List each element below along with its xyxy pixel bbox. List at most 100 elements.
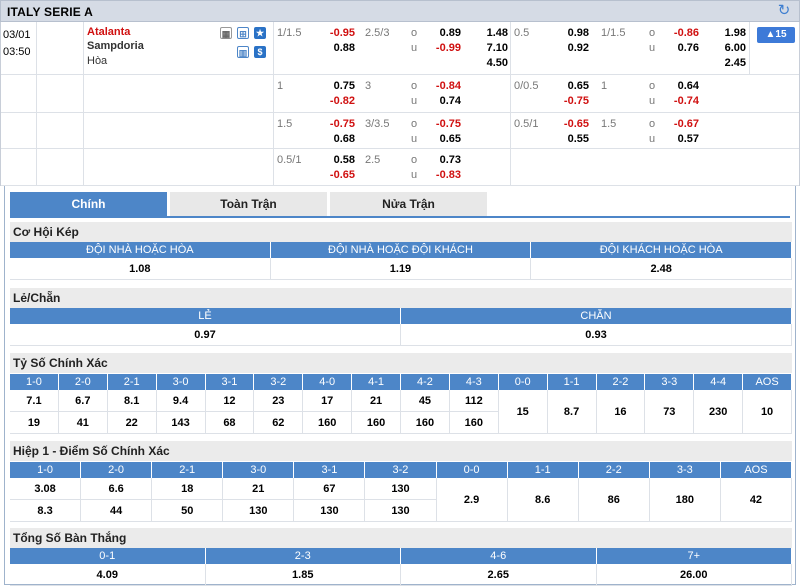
draw-score-odds[interactable]: 230 — [694, 390, 744, 434]
draw-score-odds[interactable]: 8.7 — [547, 390, 597, 434]
h1-over-odds[interactable]: -0.86 — [663, 27, 699, 39]
grid-value[interactable]: 26.00 — [596, 564, 792, 586]
grid-value[interactable]: 2.65 — [401, 564, 597, 586]
draw-score-odds[interactable]: 73 — [645, 390, 695, 434]
h1-1x2-home[interactable]: 1.98 — [709, 27, 746, 39]
h1-over-odds[interactable]: -0.67 — [663, 118, 699, 130]
home-score-odds[interactable]: 23 — [254, 390, 304, 412]
odds-1x2-away[interactable]: 7.10 — [471, 42, 508, 54]
stats-icon[interactable]: ▥ — [237, 46, 249, 58]
away-score-odds[interactable]: 160 — [449, 412, 499, 434]
away-team[interactable]: Sampdoria — [87, 40, 144, 52]
home-score-odds[interactable]: 112 — [449, 390, 499, 412]
odds-1x2-home[interactable]: 1.48 — [471, 27, 508, 39]
home-score-odds[interactable]: 3.08 — [10, 478, 82, 500]
home-score-odds[interactable]: 12 — [205, 390, 255, 412]
h1-hdp-away-odds[interactable]: 0.55 — [553, 133, 589, 145]
grid-value[interactable]: 4.09 — [10, 564, 206, 586]
star-icon[interactable]: ★ — [254, 27, 266, 39]
lineup-icon[interactable]: ⊞ — [237, 27, 249, 39]
h1-under-odds[interactable]: 0.76 — [663, 42, 699, 54]
draw-score-odds[interactable]: 86 — [578, 478, 650, 522]
away-score-odds[interactable]: 62 — [254, 412, 304, 434]
ou-over-odds[interactable]: -0.75 — [425, 118, 461, 130]
ou-under-odds[interactable]: 0.74 — [425, 95, 461, 107]
home-score-odds[interactable]: 6.7 — [58, 390, 108, 412]
grid-value[interactable]: 1.08 — [10, 258, 271, 280]
draw-score-odds[interactable]: 16 — [596, 390, 646, 434]
away-score-odds[interactable]: 130 — [365, 500, 437, 522]
hdp-away-odds[interactable]: -0.82 — [319, 95, 355, 107]
h1-1x2-away[interactable]: 6.00 — [709, 42, 746, 54]
grid-value[interactable]: 1.19 — [270, 258, 532, 280]
hdp-away-odds[interactable]: -0.65 — [319, 169, 355, 181]
ou-under-odds[interactable]: 0.65 — [425, 133, 461, 145]
grid-value[interactable]: 2.48 — [531, 258, 792, 280]
grid-value[interactable]: 1.85 — [205, 564, 401, 586]
hdp-away-odds[interactable]: 0.88 — [319, 42, 355, 54]
hdp-home-odds[interactable]: 0.75 — [319, 80, 355, 92]
h1-under-odds[interactable]: 0.57 — [663, 133, 699, 145]
draw-score-odds[interactable]: 42 — [720, 478, 792, 522]
away-score-odds[interactable]: 8.3 — [10, 500, 82, 522]
ou-over-odds[interactable]: -0.84 — [425, 80, 461, 92]
draw-score-odds[interactable]: 10 — [743, 390, 792, 434]
away-score-odds[interactable]: 22 — [107, 412, 157, 434]
home-team[interactable]: Atalanta — [87, 26, 130, 38]
h1-hdp-home-odds[interactable]: 0.65 — [553, 80, 589, 92]
grid-value[interactable]: 0.97 — [10, 324, 401, 346]
away-score-odds[interactable]: 50 — [152, 500, 224, 522]
home-score-odds[interactable]: 45 — [401, 390, 450, 412]
home-score-odds[interactable]: 17 — [303, 390, 353, 412]
h1-hdp-home-odds[interactable]: 0.98 — [553, 27, 589, 39]
away-score-odds[interactable]: 160 — [401, 412, 450, 434]
tab-full-match[interactable]: Toàn Trận — [170, 192, 327, 216]
away-score-odds[interactable]: 19 — [10, 412, 59, 434]
h1-hdp-away-odds[interactable]: -0.75 — [553, 95, 589, 107]
more-markets-button[interactable]: ▲15 — [757, 27, 795, 43]
away-score-odds[interactable]: 44 — [81, 500, 153, 522]
home-score-odds[interactable]: 9.4 — [156, 390, 206, 412]
away-score-odds[interactable]: 130 — [294, 500, 366, 522]
ou-under-odds[interactable]: -0.99 — [425, 42, 461, 54]
ou-under-odds[interactable]: -0.83 — [425, 169, 461, 181]
h1-1x2-draw[interactable]: 2.45 — [709, 57, 746, 69]
h1-hdp-home-odds[interactable]: -0.65 — [553, 118, 589, 130]
home-score-odds[interactable]: 21 — [223, 478, 295, 500]
tab-half-match[interactable]: Nửa Trận — [330, 192, 487, 216]
draw-score-odds[interactable]: 180 — [649, 478, 721, 522]
home-score-odds[interactable]: 7.1 — [10, 390, 59, 412]
home-score-odds[interactable]: 18 — [152, 478, 224, 500]
grid-value[interactable]: 0.93 — [401, 324, 792, 346]
draw-score-header: 4-4 — [694, 374, 744, 390]
away-score-odds[interactable]: 41 — [58, 412, 108, 434]
home-score-odds[interactable]: 21 — [352, 390, 401, 412]
h1-under-odds[interactable]: -0.74 — [663, 95, 699, 107]
odd-even-title: Lẻ/Chẵn — [10, 288, 792, 308]
odds-1x2-draw[interactable]: 4.50 — [471, 57, 508, 69]
away-score-odds[interactable]: 160 — [303, 412, 353, 434]
home-score-odds[interactable]: 67 — [294, 478, 366, 500]
refresh-icon[interactable]: ↻ — [775, 2, 793, 20]
h1-over-odds[interactable]: 0.64 — [663, 80, 699, 92]
home-score-odds[interactable]: 130 — [365, 478, 437, 500]
draw-score-odds[interactable]: 15 — [498, 390, 548, 434]
away-score-odds[interactable]: 68 — [205, 412, 255, 434]
dollar-icon[interactable]: $ — [254, 46, 266, 58]
tab-main[interactable]: Chính — [10, 192, 167, 216]
ou-over-odds[interactable]: 0.89 — [425, 27, 461, 39]
away-score-odds[interactable]: 143 — [156, 412, 206, 434]
hdp-away-odds[interactable]: 0.68 — [319, 133, 355, 145]
draw-score-odds[interactable]: 2.9 — [436, 478, 508, 522]
away-score-odds[interactable]: 130 — [223, 500, 295, 522]
home-score-odds[interactable]: 8.1 — [107, 390, 157, 412]
hdp-home-odds[interactable]: -0.95 — [319, 27, 355, 39]
draw-score-odds[interactable]: 8.6 — [507, 478, 579, 522]
ou-over-odds[interactable]: 0.73 — [425, 154, 461, 166]
hdp-home-odds[interactable]: 0.58 — [319, 154, 355, 166]
calendar-icon[interactable]: ▦ — [220, 27, 232, 39]
away-score-odds[interactable]: 160 — [352, 412, 401, 434]
home-score-odds[interactable]: 6.6 — [81, 478, 153, 500]
hdp-home-odds[interactable]: -0.75 — [319, 118, 355, 130]
h1-hdp-away-odds[interactable]: 0.92 — [553, 42, 589, 54]
